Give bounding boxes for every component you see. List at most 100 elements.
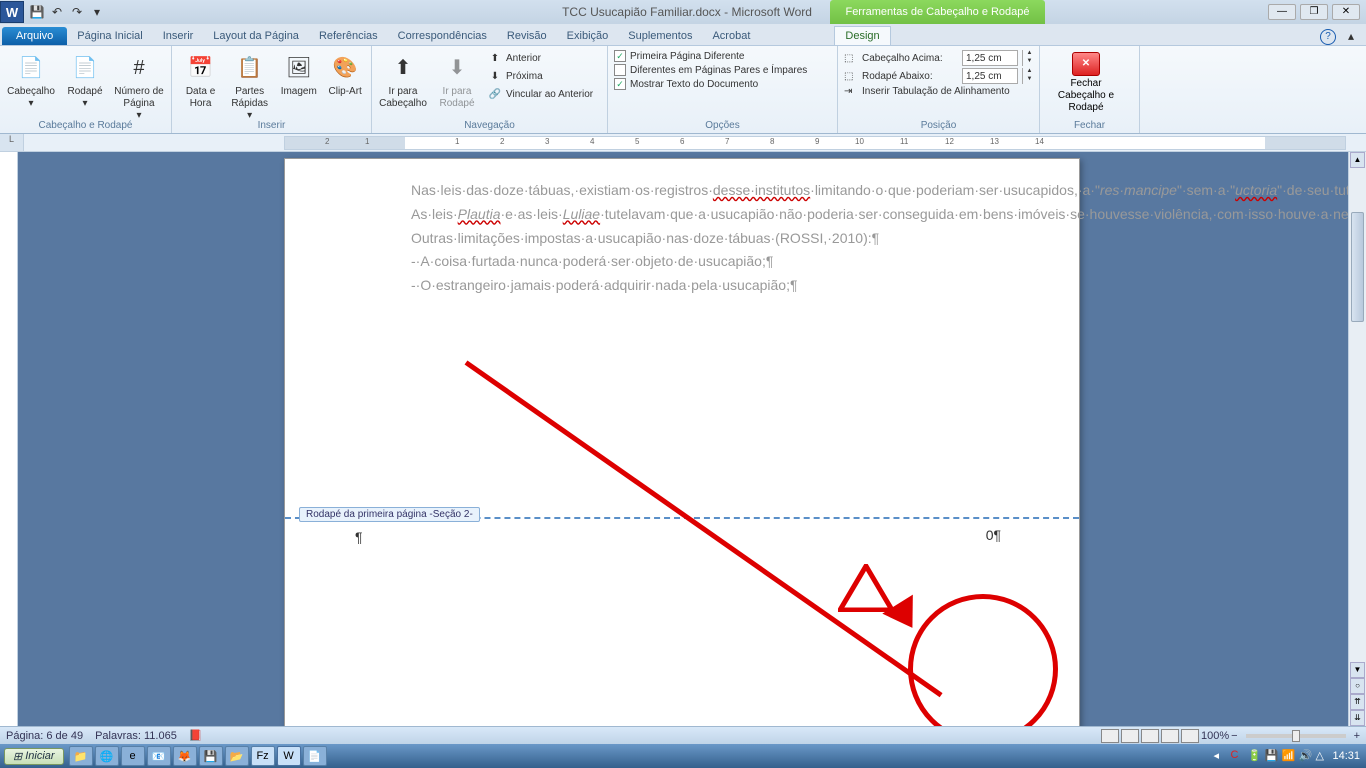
first-page-different-checkbox[interactable]: ✓Primeira Página Diferente [614, 50, 807, 62]
vertical-ruler[interactable] [0, 152, 18, 726]
next-section-button[interactable]: ⬇Próxima [486, 68, 595, 84]
close-header-footer-button[interactable]: ✕ Fechar Cabeçalho e Rodapé [1046, 48, 1126, 114]
browse-object-button[interactable]: ○ [1350, 678, 1365, 694]
tray-icon[interactable]: 🔋 [1247, 749, 1261, 763]
taskbar-item-word[interactable]: W [277, 746, 301, 766]
tray-icon[interactable]: 📶 [1281, 749, 1295, 763]
tray-icon[interactable]: C [1230, 749, 1244, 763]
save-button[interactable]: 💾 [28, 3, 46, 21]
tab-addins[interactable]: Suplementos [618, 27, 702, 45]
document-page-1[interactable]: Nas·leis·das·doze·tábuas,·existiam·os·re… [284, 158, 1080, 726]
group-options: ✓Primeira Página Diferente Diferentes em… [608, 46, 838, 133]
goto-footer-icon: ⬇ [441, 52, 473, 84]
page-number-button[interactable]: #Número de Página▾ [114, 48, 164, 122]
group-navigation: ⬆Ir para Cabeçalho ⬇Ir para Rodapé ⬆Ante… [372, 46, 608, 133]
header-button[interactable]: 📄Cabeçalho▾ [6, 48, 56, 110]
quick-access-toolbar: 💾 ↶ ↷ ▾ [28, 3, 106, 21]
tab-review[interactable]: Revisão [497, 27, 557, 45]
group-insert: 📅Data e Hora 📋Partes Rápidas▾ 🖼Imagem 🎨C… [172, 46, 372, 133]
image-button[interactable]: 🖼Imagem [276, 48, 321, 98]
redo-button[interactable]: ↷ [68, 3, 86, 21]
undo-button[interactable]: ↶ [48, 3, 66, 21]
restore-button[interactable]: ❐ [1300, 4, 1328, 20]
group-position: ⬚Cabeçalho Acima:1,25 cm▲▼ ⬚Rodapé Abaix… [838, 46, 1040, 133]
scroll-down-button[interactable]: ▼ [1350, 662, 1365, 678]
clock[interactable]: 14:31 [1332, 750, 1360, 762]
ribbon: 📄Cabeçalho▾ 📄Rodapé▾ #Número de Página▾ … [0, 46, 1366, 134]
system-tray: ◂ C 🔋 💾 📶 🔊 △ 14:31 [1213, 749, 1366, 763]
start-button[interactable]: ⊞Iniciar [4, 748, 64, 765]
minimize-ribbon-icon[interactable]: ▴ [1342, 27, 1360, 45]
previous-section-button[interactable]: ⬆Anterior [486, 50, 595, 66]
draft-view-button[interactable] [1181, 729, 1199, 743]
footer-page-number[interactable]: 0¶ [986, 527, 1001, 543]
footer-button[interactable]: 📄Rodapé▾ [60, 48, 110, 110]
scroll-up-button[interactable]: ▲ [1350, 152, 1365, 168]
zoom-slider[interactable] [1246, 734, 1346, 738]
clipart-button[interactable]: 🎨Clip-Art [325, 48, 365, 98]
group-header-footer: 📄Cabeçalho▾ 📄Rodapé▾ #Número de Página▾ … [0, 46, 172, 133]
goto-footer-button[interactable]: ⬇Ir para Rodapé [432, 48, 482, 110]
next-page-button[interactable]: ⇊ [1350, 710, 1365, 726]
odd-even-different-checkbox[interactable]: Diferentes em Páginas Pares e Ímpares [614, 64, 807, 76]
insert-alignment-tab-button[interactable]: ⇥Inserir Tabulação de Alinhamento [844, 86, 1036, 97]
word-count[interactable]: Palavras: 11.065 [95, 730, 177, 742]
taskbar-item[interactable]: 📁 [69, 746, 93, 766]
calendar-icon: 📅 [185, 52, 217, 84]
zoom-out-button[interactable]: − [1231, 730, 1237, 742]
outline-view-button[interactable] [1161, 729, 1179, 743]
taskbar-item[interactable]: 📂 [225, 746, 249, 766]
minimize-button[interactable]: — [1268, 4, 1296, 20]
tab-insert[interactable]: Inserir [153, 27, 204, 45]
prev-page-button[interactable]: ⇈ [1350, 694, 1365, 710]
tray-icon[interactable]: 🔊 [1298, 749, 1312, 763]
taskbar-item[interactable]: 💾 [199, 746, 223, 766]
taskbar-item[interactable]: 🦊 [173, 746, 197, 766]
tab-mailings[interactable]: Correspondências [388, 27, 497, 45]
goto-header-button[interactable]: ⬆Ir para Cabeçalho [378, 48, 428, 110]
page-indicator[interactable]: Página: 6 de 49 [6, 730, 83, 742]
header-top-spinbox[interactable]: 1,25 cm [962, 50, 1018, 66]
windows-taskbar: ⊞Iniciar 📁 🌐 e 📧 🦊 💾 📂 Fz W 📄 ◂ C 🔋 💾 📶 … [0, 744, 1366, 768]
zoom-level[interactable]: 100% [1201, 730, 1229, 742]
datetime-button[interactable]: 📅Data e Hora [178, 48, 223, 110]
proofing-icon[interactable]: 📕 [189, 729, 203, 742]
taskbar-item[interactable]: 📧 [147, 746, 171, 766]
header-icon: 📄 [15, 52, 47, 84]
scrollbar-thumb[interactable] [1351, 212, 1364, 322]
help-icon[interactable]: ? [1320, 29, 1336, 45]
zoom-in-button[interactable]: + [1354, 730, 1360, 742]
document-body: Nas·leis·das·doze·tábuas,·existiam·os·re… [285, 159, 1079, 318]
horizontal-ruler[interactable]: 21 12 34 56 78 910 1112 1314 [284, 136, 1346, 150]
horizontal-ruler-row: L 21 12 34 56 78 910 1112 1314 [0, 134, 1366, 152]
link-previous-button[interactable]: 🔗Vincular ao Anterior [486, 86, 595, 102]
vertical-scrollbar[interactable]: ▲ ▼ ○ ⇈ ⇊ [1348, 152, 1366, 726]
quickparts-button[interactable]: 📋Partes Rápidas▾ [227, 48, 272, 122]
web-layout-view-button[interactable] [1141, 729, 1159, 743]
tray-icon[interactable]: 💾 [1264, 749, 1278, 763]
close-window-button[interactable]: ✕ [1332, 4, 1360, 20]
status-bar: Página: 6 de 49 Palavras: 11.065 📕 100% … [0, 726, 1366, 744]
link-icon: 🔗 [488, 87, 502, 101]
tray-icon[interactable]: △ [1315, 749, 1329, 763]
tab-acrobat[interactable]: Acrobat [702, 27, 760, 45]
ruler-corner[interactable]: L [0, 134, 24, 151]
footer-bottom-spinbox[interactable]: 1,25 cm [962, 68, 1018, 84]
print-layout-view-button[interactable] [1101, 729, 1119, 743]
tab-layout[interactable]: Layout da Página [203, 27, 309, 45]
taskbar-item[interactable]: e [121, 746, 145, 766]
footer-content[interactable]: ¶ [285, 529, 1079, 545]
file-tab[interactable]: Arquivo [2, 27, 67, 45]
taskbar-item[interactable]: 🌐 [95, 746, 119, 766]
full-screen-view-button[interactable] [1121, 729, 1139, 743]
tab-design[interactable]: Design [834, 26, 890, 45]
tab-home[interactable]: Página Inicial [67, 27, 152, 45]
paragraph: -·A·coisa·furtada·nunca·poderá·ser·objet… [355, 250, 1009, 274]
show-document-text-checkbox[interactable]: ✓Mostrar Texto do Documento [614, 78, 807, 90]
tab-view[interactable]: Exibição [557, 27, 619, 45]
tab-references[interactable]: Referências [309, 27, 388, 45]
taskbar-item[interactable]: Fz [251, 746, 275, 766]
taskbar-item[interactable]: 📄 [303, 746, 327, 766]
qat-dropdown[interactable]: ▾ [88, 3, 106, 21]
tray-icon[interactable]: ◂ [1213, 749, 1227, 763]
